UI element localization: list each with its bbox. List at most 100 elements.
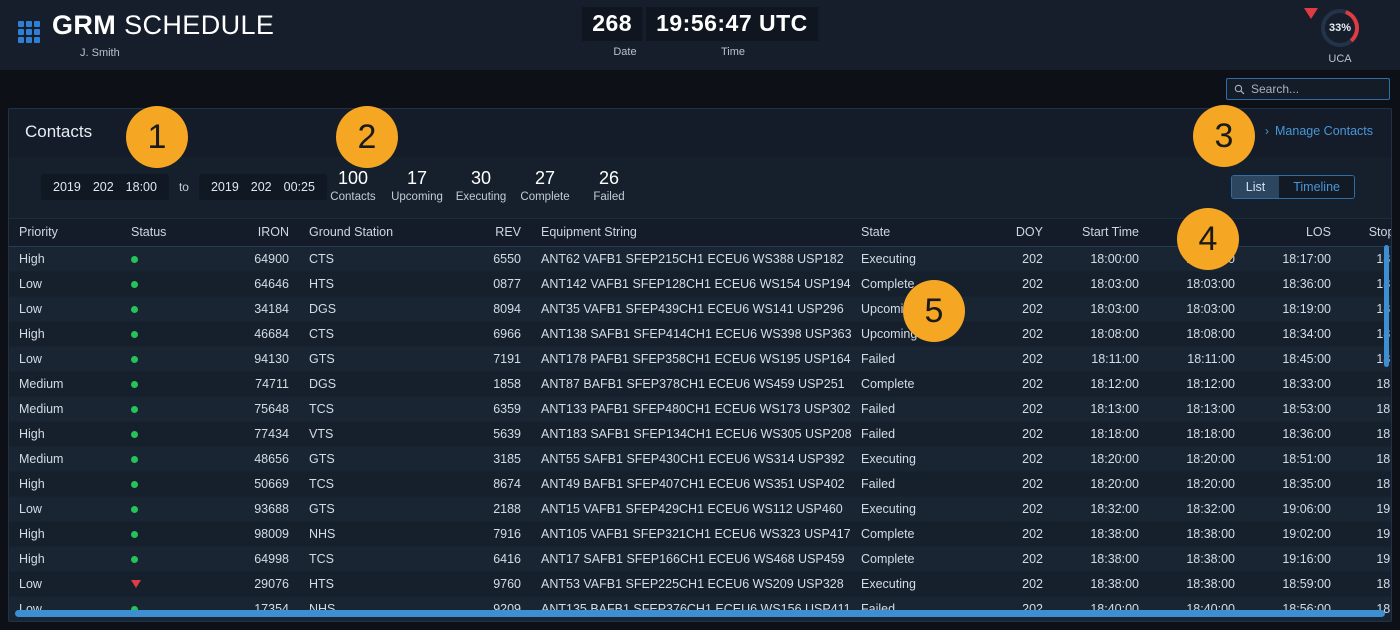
cell-status	[121, 572, 213, 597]
cell-aos: 18:18:00	[1149, 422, 1245, 447]
stat-upcoming[interactable]: 17 Upcoming	[385, 167, 449, 203]
cell-rev: 6359	[459, 397, 531, 422]
cell-aos: 18:57:00	[1149, 622, 1245, 623]
cell-iron: 29076	[213, 572, 299, 597]
cell-ground-station: HTS	[299, 272, 459, 297]
col-doy[interactable]: DOY	[1001, 219, 1053, 247]
manage-contacts-link[interactable]: › Manage Contacts	[1265, 124, 1373, 138]
panel-header: Contacts › Manage Contacts	[9, 109, 1391, 157]
cell-status	[121, 472, 213, 497]
cell-aos: 18:40:00	[1149, 597, 1245, 622]
app-title-bold: GRM	[52, 10, 116, 40]
col-stop-time[interactable]: Stop Time	[1341, 219, 1392, 247]
cell-iron: 48656	[213, 447, 299, 472]
horizontal-scrollbar[interactable]	[15, 610, 1385, 617]
cell-aos: 18:38:00	[1149, 522, 1245, 547]
cell-iron: 98009	[213, 522, 299, 547]
date-to-input[interactable]: 2019 202 00:25	[199, 174, 327, 200]
table-row[interactable]: Low64646HTS0877ANT142 VAFB1 SFEP128CH1 E…	[9, 272, 1392, 297]
cell-status	[121, 297, 213, 322]
status-ok-icon	[131, 331, 138, 338]
table-row[interactable]: High50669TCS8674ANT49 BAFB1 SFEP407CH1 E…	[9, 472, 1392, 497]
cell-status	[121, 447, 213, 472]
cell-doy: 202	[1001, 597, 1053, 622]
time-value-box: 19:56:47 UTC	[646, 7, 818, 41]
cell-start-time: 18:13:00	[1053, 397, 1149, 422]
col-priority[interactable]: Priority	[9, 219, 121, 247]
cell-los: 18:19:00	[1245, 297, 1341, 322]
grid-icon[interactable]	[18, 21, 40, 43]
cell-los: 18:59:00	[1245, 572, 1341, 597]
cell-ground-station: CTS	[299, 322, 459, 347]
contacts-table: Priority Status IRON Ground Station REV …	[9, 219, 1392, 622]
stat-contacts-label: Contacts	[321, 191, 385, 203]
tab-timeline[interactable]: Timeline	[1279, 176, 1354, 198]
cell-rev: 0877	[459, 272, 531, 297]
date-range-filter: 2019 202 18:00 to 2019 202 00:25	[41, 174, 327, 200]
cell-start-time: 18:03:00	[1053, 272, 1149, 297]
cell-iron: 34184	[213, 297, 299, 322]
status-ok-icon	[131, 356, 138, 363]
cell-iron: 75648	[213, 397, 299, 422]
contact-stats: 100 Contacts 17 Upcoming 30 Executing 27…	[321, 167, 641, 203]
stat-complete[interactable]: 27 Complete	[513, 167, 577, 203]
table-row[interactable]: Medium27108DGS4938ANT109 PAFB1 SFEP064CH…	[9, 622, 1392, 623]
cell-priority: Low	[9, 497, 121, 522]
table-row[interactable]: High64998TCS6416ANT17 SAFB1 SFEP166CH1 E…	[9, 547, 1392, 572]
table-row[interactable]: High46684CTS6966ANT138 SAFB1 SFEP414CH1 …	[9, 322, 1392, 347]
cell-equipment: ANT105 VAFB1 SFEP321CH1 ECEU6 WS323 USP4…	[531, 522, 851, 547]
vertical-scrollbar[interactable]	[1384, 245, 1389, 367]
search-strip: Search...	[0, 70, 1400, 108]
table-row[interactable]: Medium75648TCS6359ANT133 PAFB1 SFEP480CH…	[9, 397, 1392, 422]
cell-doy: 202	[1001, 422, 1053, 447]
table-row[interactable]: Low29076HTS9760ANT53 VAFB1 SFEP225CH1 EC…	[9, 572, 1392, 597]
cell-rev: 6416	[459, 547, 531, 572]
table-row[interactable]: High98009NHS7916ANT105 VAFB1 SFEP321CH1 …	[9, 522, 1392, 547]
status-ok-icon	[131, 381, 138, 388]
cell-stop-time: 18:36:00	[1341, 422, 1392, 447]
date-from-input[interactable]: 2019 202 18:00	[41, 174, 169, 200]
stat-failed[interactable]: 26 Failed	[577, 167, 641, 203]
status-ok-icon	[131, 556, 138, 563]
cell-priority: High	[9, 422, 121, 447]
cell-doy: 202	[1001, 447, 1053, 472]
table-row[interactable]: Low34184DGS8094ANT35 VAFB1 SFEP439CH1 EC…	[9, 297, 1392, 322]
col-state[interactable]: State	[851, 219, 1001, 247]
cell-start-time: 18:20:00	[1053, 472, 1149, 497]
table-row[interactable]: Medium48656GTS3185ANT55 SAFB1 SFEP430CH1…	[9, 447, 1392, 472]
col-start-time[interactable]: Start Time	[1053, 219, 1149, 247]
cell-los: 18:56:00	[1245, 597, 1341, 622]
table-row[interactable]: Medium74711DGS1858ANT87 BAFB1 SFEP378CH1…	[9, 372, 1392, 397]
table-row[interactable]: Low94130GTS7191ANT178 PAFB1 SFEP358CH1 E…	[9, 347, 1392, 372]
status-ok-icon	[131, 406, 138, 413]
search-input[interactable]: Search...	[1226, 78, 1390, 100]
col-status[interactable]: Status	[121, 219, 213, 247]
cell-priority: Medium	[9, 372, 121, 397]
cell-aos: 18:20:00	[1149, 447, 1245, 472]
cell-start-time: 18:38:00	[1053, 547, 1149, 572]
manage-contacts-label: Manage Contacts	[1275, 124, 1373, 138]
table-row[interactable]: Low17354NHS9209ANT135 BAFB1 SFEP376CH1 E…	[9, 597, 1392, 622]
cell-start-time: 18:40:00	[1053, 597, 1149, 622]
stat-contacts[interactable]: 100 Contacts	[321, 167, 385, 203]
col-rev[interactable]: REV	[459, 219, 531, 247]
table-row[interactable]: High77434VTS5639ANT183 SAFB1 SFEP134CH1 …	[9, 422, 1392, 447]
uca-indicator[interactable]: 33% UCA	[1302, 6, 1378, 65]
cell-start-time: 18:18:00	[1053, 422, 1149, 447]
cell-rev: 2188	[459, 497, 531, 522]
col-ground-station[interactable]: Ground Station	[299, 219, 459, 247]
cell-aos: 18:12:00	[1149, 372, 1245, 397]
cell-start-time: 18:57:00	[1053, 622, 1149, 623]
cell-start-time: 18:20:00	[1053, 447, 1149, 472]
table-row[interactable]: Low93688GTS2188ANT15 VAFB1 SFEP429CH1 EC…	[9, 497, 1392, 522]
tab-list[interactable]: List	[1232, 176, 1279, 198]
col-los[interactable]: LOS	[1245, 219, 1341, 247]
cell-aos: 18:38:00	[1149, 547, 1245, 572]
cell-equipment: ANT178 PAFB1 SFEP358CH1 ECEU6 WS195 USP1…	[531, 347, 851, 372]
stat-executing[interactable]: 30 Executing	[449, 167, 513, 203]
cell-doy: 202	[1001, 572, 1053, 597]
col-iron[interactable]: IRON	[213, 219, 299, 247]
cell-status	[121, 622, 213, 623]
status-ok-icon	[131, 256, 138, 263]
col-equipment[interactable]: Equipment String	[531, 219, 851, 247]
